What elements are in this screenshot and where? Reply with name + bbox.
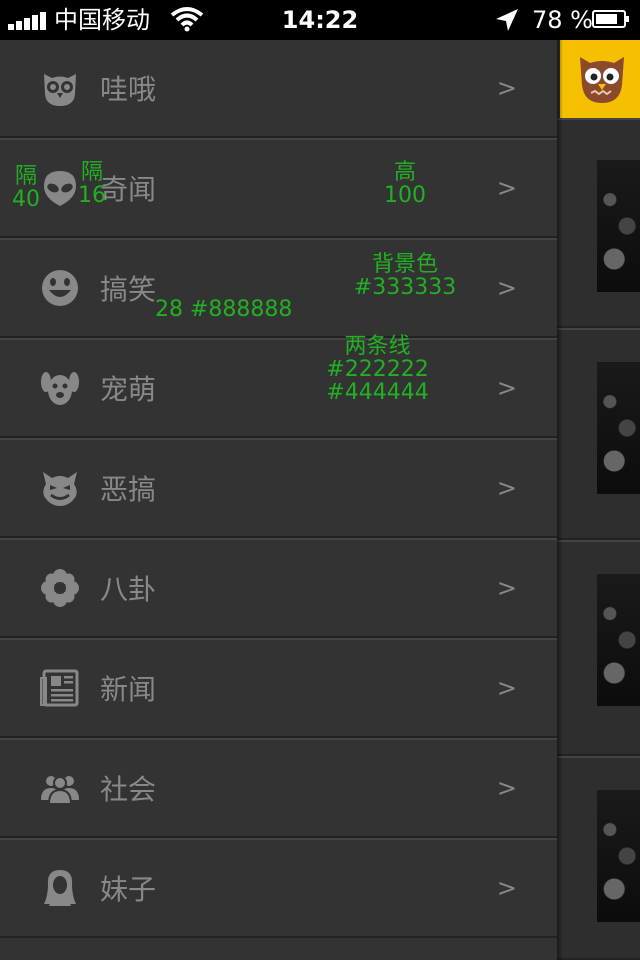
menu-item-news[interactable]: 新闻 > (0, 638, 557, 738)
people-icon (41, 776, 79, 805)
annotation-lines: 两条线 #222222 #444444 (320, 335, 435, 404)
chevron-right-icon: > (496, 574, 517, 602)
menu-item-label: 搞笑 (100, 273, 157, 306)
annotation-gap-left: 隔 40 (8, 165, 44, 211)
chevron-right-icon: > (496, 274, 517, 302)
annotation-bg-label: 背景色 (371, 252, 438, 277)
annotation-line2: #444444 (326, 380, 429, 405)
menu-item-label: 妹子 (100, 873, 157, 906)
status-bar: 中国移动 14:22 78 % (0, 0, 640, 40)
panel-shadow (557, 40, 563, 960)
list-item[interactable] (557, 756, 640, 960)
battery-icon (592, 10, 629, 28)
thumbnail-image (597, 160, 640, 292)
chevron-right-icon: > (496, 374, 517, 402)
menu-item-label: 八卦 (100, 573, 157, 606)
list-item[interactable] (557, 540, 640, 756)
menu-item-label: 恶搞 (100, 473, 157, 506)
menu-item-pets[interactable]: 宠萌 > (0, 338, 557, 438)
devil-icon (43, 472, 77, 506)
owl-icon (44, 74, 76, 106)
thumbnail-image (597, 790, 640, 922)
content-panel[interactable] (557, 40, 640, 960)
menu-item-prank[interactable]: 恶搞 > (0, 438, 557, 538)
dog-icon (41, 372, 79, 405)
chevron-right-icon: > (496, 74, 517, 102)
annotation-lines-label: 两条线 (344, 334, 411, 359)
annotation-gap-left-label: 隔 (14, 164, 37, 189)
chevron-right-icon: > (496, 874, 517, 902)
annotation-gap-mid-value: 16 (78, 183, 106, 208)
smiley-icon (42, 270, 78, 306)
annotation-font-spec: 28 #888888 (155, 297, 293, 322)
menu-item-label: 宠萌 (100, 373, 157, 406)
menu-item-label: 社会 (100, 773, 157, 806)
annotation-background: 背景色 #333333 (350, 253, 460, 299)
owl-logo-icon (580, 57, 624, 103)
menu-item-gossip[interactable]: 八卦 > (0, 538, 557, 638)
annotation-gap-mid: 隔 16 (74, 161, 110, 207)
chevron-right-icon: > (496, 174, 517, 202)
menu-item-label: 新闻 (100, 673, 157, 706)
list-item[interactable] (557, 328, 640, 540)
annotation-gap-mid-label: 隔 (80, 160, 103, 185)
menu-item-wow[interactable]: 哇哦 > (0, 40, 557, 138)
annotation-height-value: 100 (384, 183, 426, 208)
app-logo[interactable] (560, 40, 640, 118)
menu-item-girls[interactable]: 妹子 > (0, 838, 557, 938)
thumbnail-image (597, 574, 640, 706)
chevron-right-icon: > (496, 774, 517, 802)
chevron-right-icon: > (496, 674, 517, 702)
newspaper-icon (40, 669, 79, 707)
annotation-line1: #222222 (326, 357, 429, 382)
annotation-height: 高 100 (375, 161, 435, 207)
menu-item-society[interactable]: 社会 > (0, 738, 557, 838)
battery-percentage: 78 % (532, 6, 593, 34)
list-item[interactable] (557, 118, 640, 328)
woman-icon (44, 870, 76, 906)
thumbnail-image (597, 362, 640, 494)
annotation-gap-left-value: 40 (12, 187, 40, 212)
location-arrow-icon (496, 9, 518, 31)
annotation-bg-value: #333333 (353, 275, 457, 300)
menu-item-label: 哇哦 (100, 73, 157, 106)
flower-icon (41, 569, 79, 607)
annotation-height-label: 高 (393, 160, 416, 185)
chevron-right-icon: > (496, 474, 517, 502)
menu-item-funny[interactable]: 搞笑 > (0, 238, 557, 338)
